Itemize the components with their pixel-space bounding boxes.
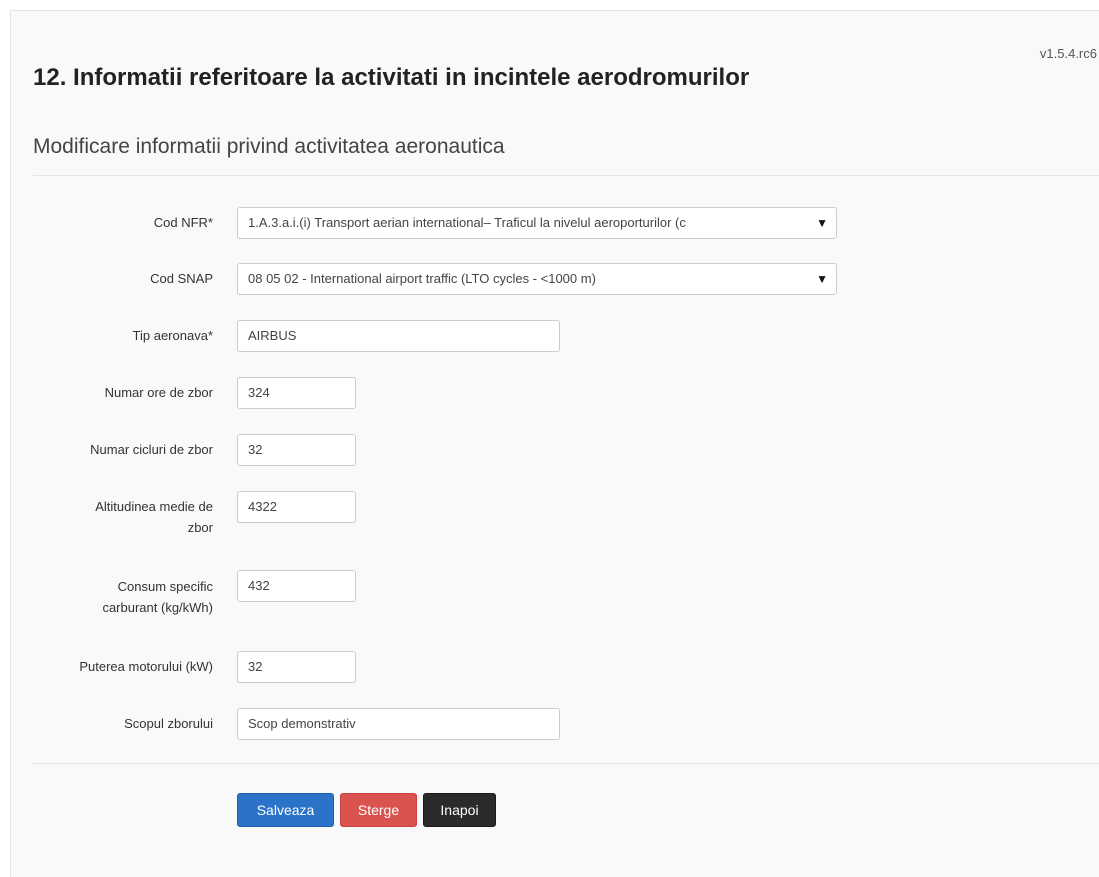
consum-label-line1: Consum specific [117, 579, 213, 594]
scopul-label: Scopul zborului [124, 716, 213, 731]
altitudinea-input[interactable]: 4322 [237, 491, 356, 523]
delete-button[interactable]: Sterge [340, 793, 417, 827]
save-button[interactable]: Salveaza [237, 793, 334, 827]
numar-ore-label: Numar ore de zbor [104, 385, 213, 400]
numar-ore-input[interactable]: 324 [237, 377, 356, 409]
cod-nfr-label: Cod NFR* [153, 215, 213, 230]
version-label: v1.5.4.rc6 [1039, 46, 1097, 61]
scopul-input[interactable]: Scop demonstrativ [237, 708, 560, 740]
back-button[interactable]: Inapoi [423, 793, 496, 827]
page-subtitle: Modificare informatii privind activitate… [33, 135, 505, 158]
chevron-down-icon: ▼ [816, 272, 828, 286]
altitudinea-label-line2: zbor [187, 520, 213, 535]
cod-snap-label: Cod SNAP [150, 271, 213, 286]
consum-label: Consum specific carburant (kg/kWh) [33, 576, 213, 618]
tip-aeronava-input[interactable]: AIRBUS [237, 320, 560, 352]
cod-snap-select[interactable]: 08 05 02 - International airport traffic… [237, 263, 837, 295]
altitudinea-label: Altitudinea medie de zbor [33, 496, 213, 538]
chevron-down-icon: ▼ [816, 216, 828, 230]
cod-nfr-selected-value: 1.A.3.a.i.(i) Transport aerian internati… [248, 215, 686, 230]
altitudinea-label-line1: Altitudinea medie de [95, 499, 213, 514]
numar-cicluri-label: Numar cicluri de zbor [90, 442, 213, 457]
cod-snap-selected-value: 08 05 02 - International airport traffic… [248, 271, 596, 286]
content-panel: v1.5.4.rc6 12. Informatii referitoare la… [10, 10, 1099, 877]
puterea-label: Puterea motorului (kW) [79, 659, 213, 674]
numar-cicluri-input[interactable]: 32 [237, 434, 356, 466]
cod-nfr-select[interactable]: 1.A.3.a.i.(i) Transport aerian internati… [237, 207, 837, 239]
divider-top [33, 175, 1099, 176]
consum-label-line2: carburant (kg/kWh) [102, 600, 213, 615]
divider-bottom [33, 763, 1099, 764]
consum-input[interactable]: 432 [237, 570, 356, 602]
puterea-input[interactable]: 32 [237, 651, 356, 683]
tip-aeronava-label: Tip aeronava* [132, 328, 213, 343]
page-title: 12. Informatii referitoare la activitati… [33, 64, 750, 91]
